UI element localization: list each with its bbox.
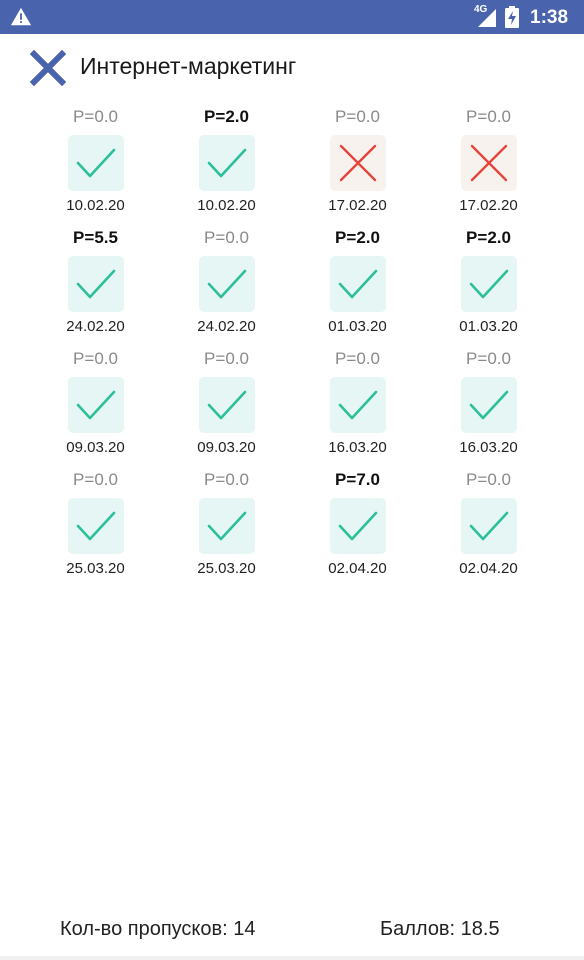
session-date: 01.03.20 xyxy=(459,318,518,335)
session-date: 02.04.20 xyxy=(459,560,518,577)
toolbar: Интернет-маркетинг xyxy=(0,34,584,100)
battery-charging-icon xyxy=(505,6,519,28)
session-score: P=0.0 xyxy=(204,349,249,368)
warning-icon xyxy=(10,7,32,26)
attendance-cell[interactable]: P=0.0 10.02.20 xyxy=(30,104,161,225)
attendance-cell[interactable]: P=0.0 24.02.20 xyxy=(161,225,292,346)
session-date: 16.03.20 xyxy=(328,439,387,456)
check-icon xyxy=(329,377,386,433)
session-date: 24.02.20 xyxy=(66,318,125,335)
page-title: Интернет-маркетинг xyxy=(80,53,297,79)
session-score: P=2.0 xyxy=(204,107,249,126)
check-icon xyxy=(460,256,517,312)
session-date: 17.02.20 xyxy=(459,197,518,214)
attendance-cell[interactable]: P=0.0 25.03.20 xyxy=(161,467,292,588)
check-icon xyxy=(67,135,124,191)
status-bar: 4G 1:38 xyxy=(0,0,584,34)
attendance-cell[interactable]: P=0.0 16.03.20 xyxy=(423,346,554,467)
session-date: 01.03.20 xyxy=(328,318,387,335)
session-score: P=5.5 xyxy=(73,228,118,247)
points-total: Баллов: 18.5 xyxy=(380,918,500,940)
session-score: P=0.0 xyxy=(73,107,118,126)
check-icon xyxy=(67,256,124,312)
session-score: P=0.0 xyxy=(466,470,511,489)
check-icon xyxy=(198,377,255,433)
session-score: P=0.0 xyxy=(73,470,118,489)
session-score: P=0.0 xyxy=(466,349,511,368)
session-score: P=0.0 xyxy=(335,107,380,126)
session-date: 09.03.20 xyxy=(197,439,256,456)
session-date: 16.03.20 xyxy=(459,439,518,456)
attendance-cell[interactable]: P=0.0 16.03.20 xyxy=(292,346,423,467)
check-icon xyxy=(198,135,255,191)
session-date: 09.03.20 xyxy=(66,439,125,456)
session-date: 17.02.20 xyxy=(328,197,387,214)
session-score: P=0.0 xyxy=(73,349,118,368)
summary-footer: Кол-во пропусков: 14 Баллов: 18.5 xyxy=(0,918,584,948)
attendance-grid: P=0.0 10.02.20 P=2.0 10.02.20 P=0.0 17.02.20 P… xyxy=(30,104,554,588)
misses-count: Кол-во пропусков: 14 xyxy=(60,918,256,940)
attendance-cell[interactable]: P=0.0 09.03.20 xyxy=(161,346,292,467)
signal-icon xyxy=(478,9,496,27)
attendance-cell[interactable]: P=2.0 10.02.20 xyxy=(161,104,292,225)
session-score: P=2.0 xyxy=(335,228,380,247)
close-icon[interactable] xyxy=(30,50,66,86)
session-date: 10.02.20 xyxy=(197,197,256,214)
session-score: P=0.0 xyxy=(204,228,249,247)
attendance-cell[interactable]: P=0.0 25.03.20 xyxy=(30,467,161,588)
attendance-cell[interactable]: P=7.0 02.04.20 xyxy=(292,467,423,588)
session-date: 02.04.20 xyxy=(328,560,387,577)
session-score: P=7.0 xyxy=(335,470,380,489)
attendance-cell[interactable]: P=0.0 02.04.20 xyxy=(423,467,554,588)
check-icon xyxy=(460,498,517,554)
check-icon xyxy=(329,498,386,554)
attendance-cell[interactable]: P=2.0 01.03.20 xyxy=(423,225,554,346)
session-score: P=0.0 xyxy=(466,107,511,126)
bottom-divider xyxy=(0,956,584,960)
check-icon xyxy=(198,498,255,554)
cross-icon xyxy=(460,135,517,191)
session-date: 25.03.20 xyxy=(197,560,256,577)
attendance-cell[interactable]: P=5.5 24.02.20 xyxy=(30,225,161,346)
session-date: 24.02.20 xyxy=(197,318,256,335)
session-score: P=0.0 xyxy=(335,349,380,368)
attendance-cell[interactable]: P=0.0 09.03.20 xyxy=(30,346,161,467)
cross-icon xyxy=(329,135,386,191)
session-date: 25.03.20 xyxy=(66,560,125,577)
check-icon xyxy=(198,256,255,312)
check-icon xyxy=(460,377,517,433)
attendance-cell[interactable]: P=0.0 17.02.20 xyxy=(292,104,423,225)
session-score: P=0.0 xyxy=(204,470,249,489)
check-icon xyxy=(329,256,386,312)
check-icon xyxy=(67,498,124,554)
attendance-cell[interactable]: P=0.0 17.02.20 xyxy=(423,104,554,225)
check-icon xyxy=(67,377,124,433)
status-time: 1:38 xyxy=(530,7,569,28)
attendance-cell[interactable]: P=2.0 01.03.20 xyxy=(292,225,423,346)
session-date: 10.02.20 xyxy=(66,197,125,214)
session-score: P=2.0 xyxy=(466,228,511,247)
